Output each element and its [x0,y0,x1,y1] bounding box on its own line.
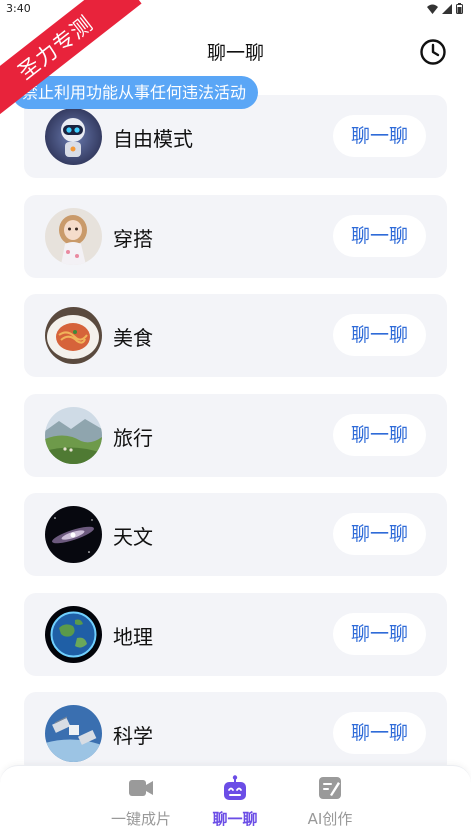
topic-label: 天文 [113,525,153,549]
topic-label: 科学 [113,724,153,748]
topic-label: 旅行 [113,425,153,450]
tab-label: 一键成片 [110,810,171,828]
chat-button[interactable]: 聊一聊 [333,115,426,157]
tab-label: 聊一聊 [212,810,258,828]
topic-card-geography[interactable]: 地理 聊一聊 [24,592,447,676]
video-icon [129,780,153,796]
robot-avatar [45,108,102,165]
satellite-avatar [45,705,102,762]
chat-button[interactable]: 聊一聊 [333,513,426,555]
topic-label: 地理 [113,624,153,649]
status-time: 3:40 [6,2,31,15]
chat-button[interactable]: 聊一聊 [333,413,426,456]
topic-label: 自由模式 [113,127,193,151]
status-icons [427,3,463,14]
topic-card-science[interactable]: 科学 聊一聊 [24,692,447,775]
topic-card-outfit[interactable]: 穿搭 聊一聊 [24,194,447,278]
tab-chat[interactable]: 聊一聊 [190,774,280,829]
history-clock-icon[interactable] [419,38,447,66]
landscape-avatar [45,406,102,464]
topic-list: 自由模式 聊一聊 穿搭 聊一聊 美食 聊一聊 旅行 聊一聊 天文 聊一聊 地理 … [24,95,447,792]
tab-one-click-video[interactable]: 一键成片 [96,774,186,829]
chat-button[interactable]: 聊一聊 [333,214,426,257]
battery-icon [456,3,463,14]
edit-icon [319,777,341,799]
notice-banner: 禁止利用功能从事任何违法活动 [12,76,259,109]
chat-button[interactable]: 聊一聊 [333,712,426,754]
pasta-avatar [45,307,102,364]
signal-icon [442,3,452,14]
topic-card-astronomy[interactable]: 天文 聊一聊 [24,493,447,576]
bottom-tab-bar: 一键成片 聊一聊 AI创作 [0,765,471,837]
topic-label: 穿搭 [113,226,153,251]
chat-button[interactable]: 聊一聊 [333,314,426,356]
topic-card-travel[interactable]: 旅行 聊一聊 [24,393,447,477]
doll-avatar [45,207,102,265]
wifi-icon [427,4,438,14]
topic-label: 美食 [113,326,153,350]
galaxy-avatar [45,506,102,563]
earth-avatar [45,605,102,663]
chat-button[interactable]: 聊一聊 [333,612,426,655]
tab-ai-create[interactable]: AI创作 [285,774,375,829]
robot-icon [224,775,246,800]
topic-card-food[interactable]: 美食 聊一聊 [24,294,447,377]
tab-label: AI创作 [307,810,353,828]
